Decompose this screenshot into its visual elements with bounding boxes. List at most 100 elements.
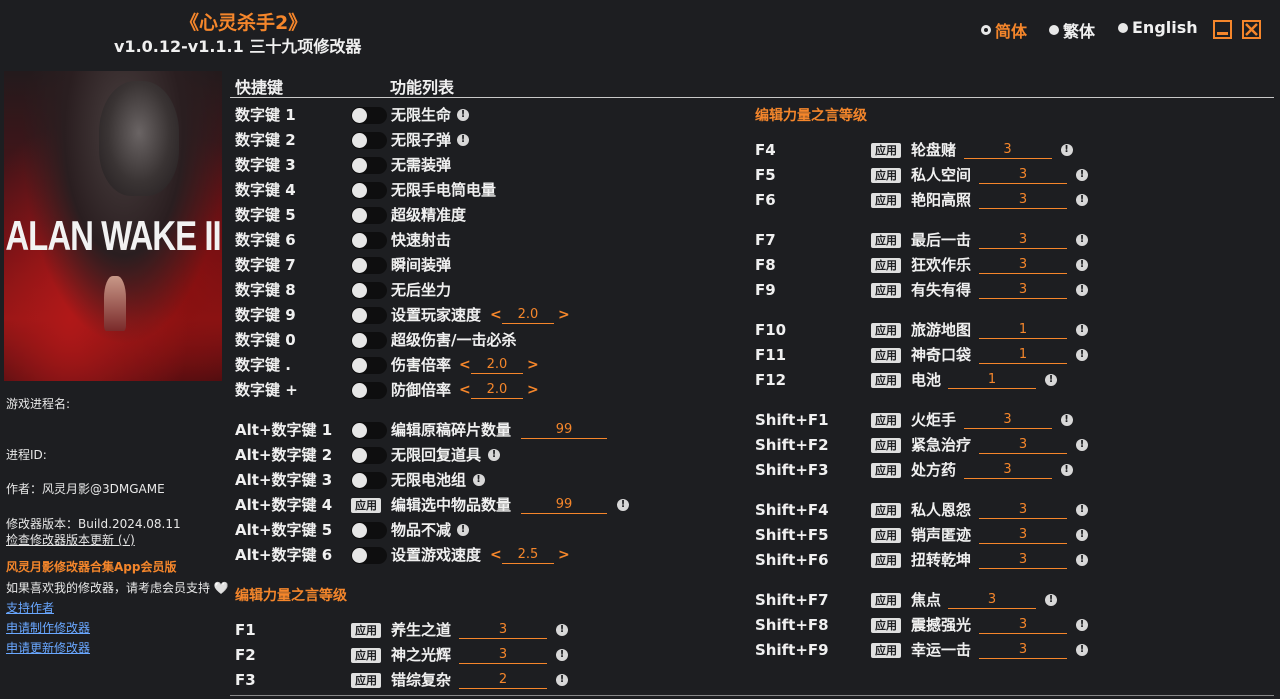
- apply-button[interactable]: 应用: [871, 143, 901, 158]
- value-field[interactable]: 1: [979, 322, 1067, 339]
- info-icon[interactable]: !: [457, 524, 469, 536]
- decrease-arrow-icon[interactable]: <: [490, 303, 502, 328]
- lang-simplified[interactable]: 简体: [981, 18, 1027, 42]
- info-icon[interactable]: !: [457, 109, 469, 121]
- feature-toggle[interactable]: [351, 232, 387, 249]
- value-field[interactable]: 1: [979, 347, 1067, 364]
- apply-button[interactable]: 应用: [871, 593, 901, 608]
- info-icon[interactable]: !: [1076, 554, 1088, 566]
- apply-button[interactable]: 应用: [351, 673, 381, 688]
- info-icon[interactable]: !: [1076, 169, 1088, 181]
- value-field[interactable]: 3: [948, 592, 1036, 609]
- decrease-arrow-icon[interactable]: <: [459, 353, 471, 378]
- check-update-link[interactable]: 检查修改器版本更新 (√): [6, 531, 135, 548]
- info-icon[interactable]: !: [1076, 324, 1088, 336]
- apply-button[interactable]: 应用: [871, 168, 901, 183]
- value-field[interactable]: 3: [979, 527, 1067, 544]
- value-field[interactable]: 3: [963, 142, 1052, 159]
- apply-button[interactable]: 应用: [871, 553, 901, 568]
- value-field[interactable]: 3: [979, 282, 1067, 299]
- lang-traditional[interactable]: 繁体: [1049, 18, 1095, 42]
- apply-button[interactable]: 应用: [871, 193, 901, 208]
- apply-button[interactable]: 应用: [871, 618, 901, 633]
- apply-button[interactable]: 应用: [871, 643, 901, 658]
- info-icon[interactable]: !: [1045, 594, 1057, 606]
- feature-toggle[interactable]: [351, 547, 387, 564]
- value-field[interactable]: 3: [979, 552, 1067, 569]
- info-icon[interactable]: !: [1076, 504, 1088, 516]
- feature-toggle[interactable]: [351, 257, 387, 274]
- close-button[interactable]: [1242, 20, 1261, 39]
- info-icon[interactable]: !: [1060, 464, 1073, 476]
- feature-toggle[interactable]: [351, 132, 387, 149]
- apply-button[interactable]: 应用: [871, 528, 901, 543]
- apply-button[interactable]: 应用: [871, 258, 901, 273]
- apply-button[interactable]: 应用: [351, 623, 381, 638]
- promo-title-link[interactable]: 风灵月影修改器合集App会员版: [6, 558, 176, 575]
- value-field[interactable]: 2.0: [471, 382, 523, 399]
- support-author-link[interactable]: 支持作者: [6, 599, 54, 616]
- value-field[interactable]: 2: [459, 672, 547, 689]
- apply-button[interactable]: 应用: [871, 463, 901, 478]
- apply-button[interactable]: 应用: [871, 233, 901, 248]
- info-icon[interactable]: !: [1076, 194, 1088, 206]
- value-field[interactable]: 3: [459, 647, 547, 664]
- info-icon[interactable]: !: [1076, 349, 1088, 361]
- info-icon[interactable]: !: [1045, 374, 1057, 386]
- value-field[interactable]: 1: [948, 372, 1036, 389]
- value-field[interactable]: 3: [963, 412, 1052, 429]
- apply-button[interactable]: 应用: [871, 373, 901, 388]
- info-icon[interactable]: !: [1076, 284, 1088, 296]
- apply-button[interactable]: 应用: [351, 648, 381, 663]
- value-field[interactable]: 3: [979, 257, 1067, 274]
- value-field[interactable]: 3: [963, 462, 1052, 479]
- info-icon[interactable]: !: [472, 474, 485, 486]
- increase-arrow-icon[interactable]: >: [527, 353, 539, 378]
- feature-toggle[interactable]: [351, 357, 387, 374]
- minimize-button[interactable]: [1213, 20, 1232, 39]
- feature-toggle[interactable]: [351, 157, 387, 174]
- info-icon[interactable]: !: [1060, 144, 1073, 156]
- apply-button[interactable]: 应用: [871, 503, 901, 518]
- feature-toggle[interactable]: [351, 447, 387, 464]
- value-field[interactable]: 3: [979, 437, 1067, 454]
- value-field[interactable]: 3: [979, 232, 1067, 249]
- feature-toggle[interactable]: [351, 332, 387, 349]
- feature-toggle[interactable]: [351, 307, 387, 324]
- value-field[interactable]: 3: [979, 192, 1067, 209]
- feature-toggle[interactable]: [351, 182, 387, 199]
- info-icon[interactable]: !: [556, 649, 568, 661]
- decrease-arrow-icon[interactable]: <: [459, 378, 471, 403]
- feature-toggle[interactable]: [351, 382, 387, 399]
- apply-button[interactable]: 应用: [351, 498, 381, 513]
- request-trainer-link[interactable]: 申请制作修改器: [6, 619, 90, 636]
- info-icon[interactable]: !: [1076, 619, 1088, 631]
- info-icon[interactable]: !: [1076, 439, 1088, 451]
- value-field[interactable]: 2.5: [502, 547, 554, 564]
- feature-toggle[interactable]: [351, 522, 387, 539]
- lang-english[interactable]: English: [1118, 18, 1198, 37]
- feature-toggle[interactable]: [351, 472, 387, 489]
- value-field[interactable]: 2.0: [471, 357, 523, 374]
- info-icon[interactable]: !: [556, 624, 568, 636]
- decrease-arrow-icon[interactable]: <: [490, 543, 502, 568]
- increase-arrow-icon[interactable]: >: [558, 303, 570, 328]
- apply-button[interactable]: 应用: [871, 438, 901, 453]
- value-field[interactable]: 3: [979, 167, 1067, 184]
- info-icon[interactable]: !: [1076, 529, 1088, 541]
- value-field[interactable]: 3: [979, 642, 1067, 659]
- info-icon[interactable]: !: [1076, 259, 1088, 271]
- info-icon[interactable]: !: [488, 449, 500, 461]
- info-icon[interactable]: !: [457, 134, 469, 146]
- info-icon[interactable]: !: [1060, 414, 1073, 426]
- info-icon[interactable]: !: [1076, 234, 1088, 246]
- increase-arrow-icon[interactable]: >: [558, 543, 570, 568]
- value-field[interactable]: 3: [979, 502, 1067, 519]
- info-icon[interactable]: !: [556, 674, 568, 686]
- info-icon[interactable]: !: [1076, 644, 1088, 656]
- apply-button[interactable]: 应用: [871, 348, 901, 363]
- value-field[interactable]: 3: [979, 617, 1067, 634]
- feature-toggle[interactable]: [351, 422, 387, 439]
- value-field[interactable]: 99: [521, 497, 607, 514]
- apply-button[interactable]: 应用: [871, 323, 901, 338]
